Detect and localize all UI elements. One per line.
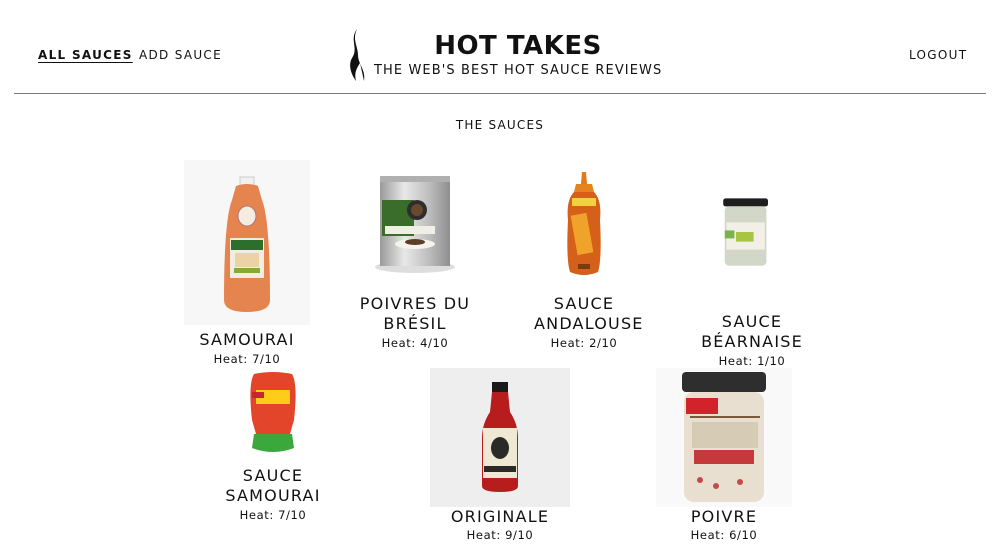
- sauce-heat-rating: Heat: 1/10: [718, 354, 786, 368]
- sauce-name: POIVRE: [690, 507, 758, 526]
- sauce-card-samourai[interactable]: SAMOURAI Heat: 7/10: [184, 160, 310, 366]
- sauce-heat-rating: Heat: 2/10: [550, 336, 618, 350]
- sauce-name: SAMOURAI: [199, 330, 295, 349]
- sauce-card-originale[interactable]: ORIGINALE Heat: 9/10: [430, 368, 570, 544]
- sauce-card-poivres-du-bresil[interactable]: POIVRES DU BRÉSIL Heat: 4/10: [360, 172, 469, 350]
- sauce-image-clovis-glass-jar: [720, 186, 784, 278]
- sauce-image-samourai-squeeze-bottle: [242, 370, 304, 458]
- sauce-name: ORIGINALE: [450, 507, 550, 526]
- sauce-name: SAUCE SAMOURAI: [225, 466, 321, 505]
- sauce-name: POIVRES DU BRÉSIL: [359, 294, 471, 333]
- sauce-heat-rating: Heat: 7/10: [213, 352, 281, 366]
- nav-add-sauce[interactable]: ADD SAUCE: [139, 48, 222, 62]
- sauce-image-heinz-squeeze-bottle: [184, 160, 310, 325]
- sauce-heat-rating: Heat: 6/10: [690, 528, 758, 542]
- nav-all-sauces[interactable]: ALL SAUCES: [38, 48, 133, 62]
- sauce-image-metal-tin-can: [365, 172, 465, 282]
- sauce-card-sauce-andalouse[interactable]: SAUCE ANDALOUSE Heat: 2/10: [534, 170, 642, 350]
- sauce-heat-rating: Heat: 4/10: [381, 336, 449, 350]
- sauce-image-amora-glass-jar: [656, 368, 792, 507]
- flame-icon: [350, 29, 365, 81]
- section-title: THE SAUCES: [455, 118, 545, 132]
- sauce-heat-rating: Heat: 9/10: [466, 528, 534, 542]
- sauce-image-stubbs-glass-bottle: [430, 368, 570, 507]
- header-divider: [14, 93, 986, 94]
- sauce-heat-rating: Heat: 7/10: [239, 508, 307, 522]
- logout-link[interactable]: LOGOUT: [909, 48, 967, 62]
- sauce-card-sauce-samourai[interactable]: SAUCE SAMOURAI Heat: 7/10: [225, 370, 319, 525]
- sauce-card-poivre[interactable]: POIVRE Heat: 6/10: [656, 368, 792, 544]
- sauce-name: SAUCE ANDALOUSE: [534, 294, 644, 333]
- site-tagline: THE WEB'S BEST HOT SAUCE REVIEWS: [374, 63, 663, 78]
- sauce-name: SAUCE BÉARNAISE: [701, 312, 803, 351]
- sauce-card-sauce-bearnaise[interactable]: SAUCE BÉARNAISE Heat: 1/10: [701, 186, 802, 368]
- site-title: HOT TAKES: [434, 31, 602, 61]
- sauce-image-bouchons-squeeze-bottle: [554, 170, 614, 280]
